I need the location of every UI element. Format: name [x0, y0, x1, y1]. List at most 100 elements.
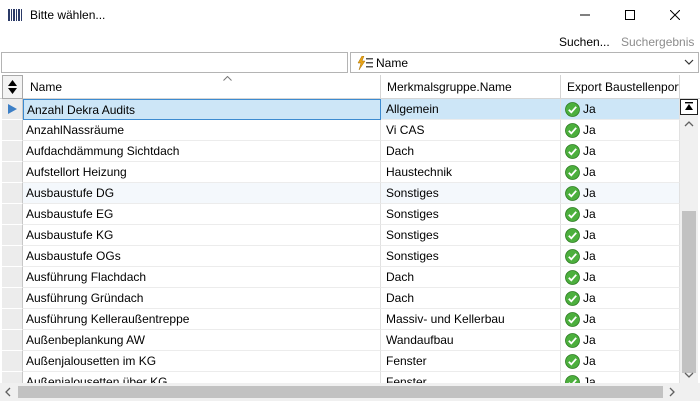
row-selector[interactable]	[2, 141, 23, 162]
cell-export[interactable]: Ja	[561, 162, 680, 183]
search-input[interactable]	[1, 52, 348, 73]
cell-group[interactable]: Dach	[381, 267, 561, 288]
horizontal-scroll-thumb[interactable]	[18, 386, 663, 398]
cell-group[interactable]: Dach	[381, 288, 561, 309]
cell-name[interactable]: Aufdachdämmung Sichtdach	[23, 141, 381, 162]
field-select[interactable]: Name	[350, 52, 699, 73]
table-row[interactable]: Ausführung Kelleraußentreppe Massiv- und …	[0, 309, 680, 330]
cell-name[interactable]: Anzahl Dekra Audits	[23, 99, 381, 120]
check-circle-icon	[565, 123, 580, 138]
row-selector[interactable]	[2, 99, 23, 120]
cell-group[interactable]: Sonstiges	[381, 225, 561, 246]
scroll-left-button[interactable]	[0, 383, 17, 401]
row-selector[interactable]	[2, 183, 23, 204]
scroll-down-button[interactable]	[680, 367, 698, 383]
row-selector[interactable]	[2, 267, 23, 288]
cell-name[interactable]: Aufstellort Heizung	[23, 162, 381, 183]
close-button[interactable]	[652, 0, 698, 30]
cell-group[interactable]: Sonstiges	[381, 204, 561, 225]
table-row[interactable]: Ausbaustufe EG Sonstiges Ja	[0, 204, 680, 225]
check-circle-icon	[565, 102, 580, 117]
cell-group[interactable]: Dach	[381, 141, 561, 162]
cell-group[interactable]: Sonstiges	[381, 246, 561, 267]
table-row[interactable]: Aufdachdämmung Sichtdach Dach Ja	[0, 141, 680, 162]
minimize-button[interactable]	[562, 0, 608, 30]
vertical-scroll-thumb[interactable]	[682, 211, 696, 373]
cell-export[interactable]: Ja	[561, 267, 680, 288]
cell-group[interactable]: Allgemein	[381, 99, 561, 120]
maximize-button[interactable]	[607, 0, 653, 30]
cell-group[interactable]: Massiv- und Kellerbau	[381, 309, 561, 330]
search-button[interactable]: Suchen...	[559, 35, 610, 49]
cell-name[interactable]: Ausführung Kelleraußentreppe	[23, 309, 381, 330]
cell-export[interactable]: Ja	[561, 288, 680, 309]
scroll-right-button[interactable]	[663, 383, 680, 401]
cell-name[interactable]: Außenbeplankung AW	[23, 330, 381, 351]
cell-name[interactable]: Außenjalousetten im KG	[23, 351, 381, 372]
check-circle-icon	[565, 249, 580, 264]
cell-group[interactable]: Haustechnik	[381, 162, 561, 183]
cell-group[interactable]: Fenster	[381, 351, 561, 372]
table-row[interactable]: Außenbeplankung AW Wandaufbau Ja	[0, 330, 680, 351]
table-row[interactable]: Außenjalousetten im KG Fenster Ja	[0, 351, 680, 372]
table-row[interactable]: Ausbaustufe DG Sonstiges Ja	[0, 183, 680, 204]
row-selector[interactable]	[2, 330, 23, 351]
cell-export-label: Ja	[583, 333, 596, 347]
cell-name[interactable]: Ausbaustufe KG	[23, 225, 381, 246]
cell-export[interactable]: Ja	[561, 246, 680, 267]
table-row[interactable]: Ausbaustufe OGs Sonstiges Ja	[0, 246, 680, 267]
row-selector[interactable]	[2, 225, 23, 246]
cell-export[interactable]: Ja	[561, 351, 680, 372]
horizontal-scrollbar[interactable]	[0, 383, 680, 401]
table-row[interactable]: Außenjalousetten über KG Fenster Ja	[0, 372, 680, 383]
cell-export[interactable]: Ja	[561, 204, 680, 225]
scroll-up-button[interactable]	[680, 116, 698, 132]
cell-export[interactable]: Ja	[561, 330, 680, 351]
row-selector[interactable]	[2, 309, 23, 330]
table-row[interactable]: AnzahlNassräume Vi CAS Ja	[0, 120, 680, 141]
row-selector[interactable]	[2, 162, 23, 183]
cell-export[interactable]: Ja	[561, 99, 680, 120]
table-row[interactable]: Ausbaustufe KG Sonstiges Ja	[0, 225, 680, 246]
row-selector[interactable]	[2, 372, 23, 383]
column-header-group[interactable]: Merkmalsgruppe.Name	[381, 75, 561, 99]
table-row[interactable]: Ausführung Flachdach Dach Ja	[0, 267, 680, 288]
cell-export[interactable]: Ja	[561, 120, 680, 141]
row-selector[interactable]	[2, 246, 23, 267]
cell-export-label: Ja	[583, 228, 596, 242]
cell-group[interactable]: Fenster	[381, 372, 561, 383]
row-selector[interactable]	[2, 288, 23, 309]
cell-name[interactable]: Ausbaustufe DG	[23, 183, 381, 204]
cell-export[interactable]: Ja	[561, 141, 680, 162]
column-chooser-button[interactable]	[2, 75, 23, 99]
cell-group[interactable]: Sonstiges	[381, 183, 561, 204]
column-header-name[interactable]: Name	[23, 75, 381, 99]
table-row[interactable]: Anzahl Dekra Audits Allgemein Ja	[0, 99, 680, 120]
sort-updown-icon	[8, 80, 17, 94]
vertical-scrollbar[interactable]	[680, 99, 698, 383]
table-row[interactable]: Aufstellort Heizung Haustechnik Ja	[0, 162, 680, 183]
column-header-group-label: Merkmalsgruppe.Name	[387, 80, 512, 94]
cell-export[interactable]: Ja	[561, 183, 680, 204]
cell-name[interactable]: Ausbaustufe OGs	[23, 246, 381, 267]
cell-export[interactable]: Ja	[561, 372, 680, 383]
row-selector[interactable]	[2, 351, 23, 372]
cell-name[interactable]: Ausführung Flachdach	[23, 267, 381, 288]
cell-export[interactable]: Ja	[561, 225, 680, 246]
cell-name[interactable]: Außenjalousetten über KG	[23, 372, 381, 383]
table-row[interactable]: Ausführung Gründach Dach Ja	[0, 288, 680, 309]
row-selector[interactable]	[2, 120, 23, 141]
cell-name[interactable]: AnzahlNassräume	[23, 120, 381, 141]
cell-export[interactable]: Ja	[561, 309, 680, 330]
scroll-top-icon	[685, 102, 693, 110]
row-selector[interactable]	[2, 204, 23, 225]
cell-group[interactable]: Vi CAS	[381, 120, 561, 141]
cell-name[interactable]: Ausführung Gründach	[23, 288, 381, 309]
check-circle-icon	[565, 186, 580, 201]
check-circle-icon	[565, 207, 580, 222]
column-header-export[interactable]: Export Baustellenportal	[561, 75, 680, 99]
search-result-button[interactable]: Suchergebnis	[621, 35, 694, 49]
cell-name[interactable]: Ausbaustufe EG	[23, 204, 381, 225]
scroll-to-top-button[interactable]	[680, 99, 698, 115]
cell-group[interactable]: Wandaufbau	[381, 330, 561, 351]
